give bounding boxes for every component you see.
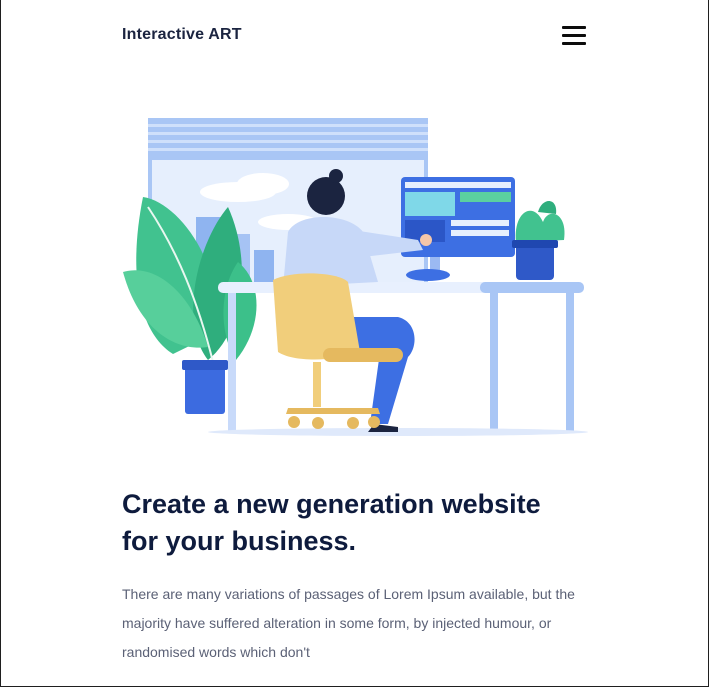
hamburger-menu-icon[interactable] — [562, 25, 586, 47]
hero-description: There are many variations of passages of… — [122, 586, 575, 660]
potted-plant-right — [512, 200, 565, 280]
hero-title-line-2: for your business. — [122, 526, 357, 556]
brand-logo[interactable]: Interactive ART — [122, 26, 242, 44]
person-working-at-desk-illustration — [123, 118, 588, 436]
hero-title-line-1: Create a new generation website — [122, 489, 541, 519]
site-header: Interactive ART — [122, 26, 586, 52]
window-blinds — [148, 118, 428, 160]
hero-title: Create a new generation website for your… — [122, 486, 592, 560]
